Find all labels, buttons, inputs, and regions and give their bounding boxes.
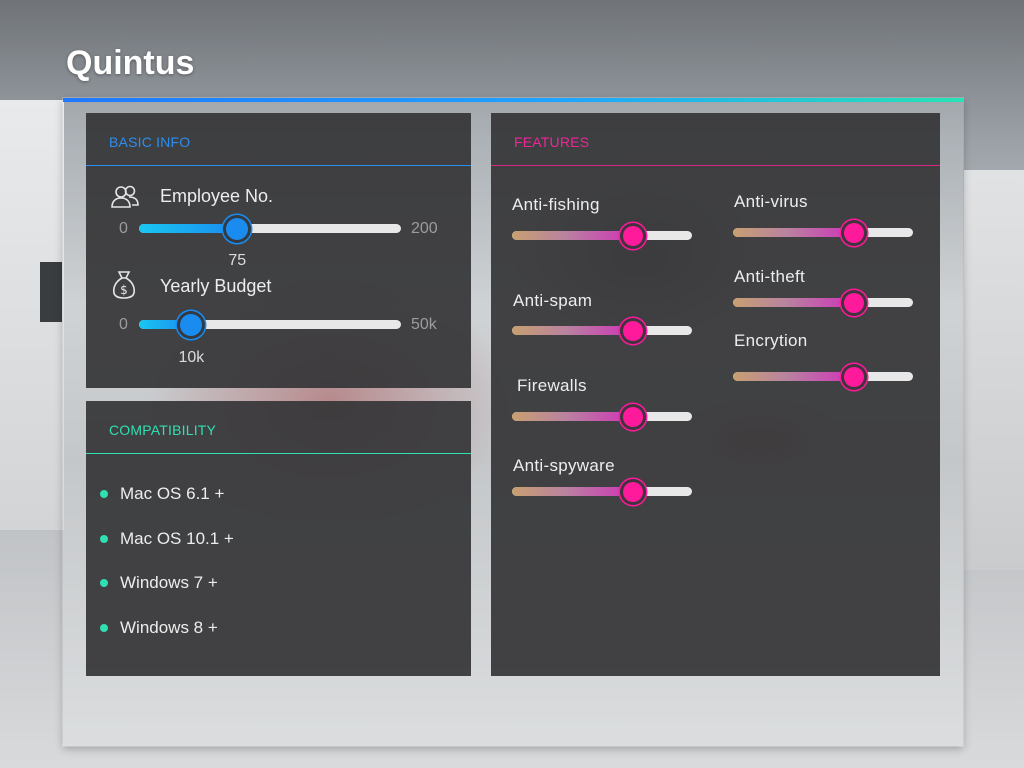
- basic-info-header: BASIC INFO: [86, 113, 471, 166]
- anti-virus-label: Anti-virus: [734, 192, 808, 211]
- background-binder: [40, 262, 62, 322]
- compat-item-label: Mac OS 10.1 +: [120, 529, 234, 548]
- compatibility-panel: COMPATIBILITY Mac OS 6.1 + Mac OS 10.1 +…: [86, 401, 471, 676]
- anti-fishing-slider[interactable]: [512, 225, 692, 246]
- anti-spam-slider-thumb[interactable]: [622, 320, 643, 341]
- employee-label: Employee No.: [160, 186, 274, 206]
- employee-slider-thumb[interactable]: [226, 217, 249, 240]
- firewalls-label: Firewalls: [517, 376, 587, 395]
- employee-min-label: 0: [119, 220, 128, 237]
- encryption-slider-thumb[interactable]: [843, 366, 864, 387]
- compat-item-label: Windows 7 +: [120, 573, 218, 592]
- budget-slider[interactable]: [139, 313, 401, 336]
- compat-item: Mac OS 6.1 +: [100, 484, 224, 504]
- employee-slider[interactable]: [139, 217, 401, 240]
- bullet-dot: [100, 534, 108, 543]
- compat-item-label: Windows 8 +: [120, 618, 218, 637]
- budget-max-label: 50k: [411, 316, 437, 333]
- employee-slider-fill: [139, 224, 238, 233]
- anti-spyware-slider-fill: [512, 487, 633, 496]
- firewalls-slider-fill: [512, 412, 633, 421]
- firewalls-slider[interactable]: [512, 406, 692, 427]
- anti-spam-slider[interactable]: [512, 320, 692, 341]
- basic-info-panel: BASIC INFO Employee No. 0 200 75 $ Yearl…: [86, 113, 471, 388]
- anti-fishing-label: Anti-fishing: [512, 195, 600, 214]
- svg-text:$: $: [120, 283, 128, 297]
- encryption-slider-fill: [733, 372, 854, 381]
- compat-item: Windows 7 +: [100, 573, 218, 593]
- anti-fishing-slider-thumb[interactable]: [622, 225, 643, 246]
- bullet-dot: [100, 623, 108, 632]
- frame-accent-bar: [63, 98, 963, 102]
- people-icon: [110, 185, 140, 214]
- features-header: FEATURES: [491, 113, 940, 166]
- encryption-label: Encrytion: [734, 331, 808, 350]
- anti-spam-label: Anti-spam: [513, 291, 593, 310]
- anti-spyware-slider-thumb[interactable]: [622, 481, 643, 502]
- budget-slider-thumb[interactable]: [180, 313, 203, 336]
- compat-item-label: Mac OS 6.1 +: [120, 484, 225, 503]
- anti-virus-slider-thumb[interactable]: [843, 222, 864, 243]
- anti-spam-slider-fill: [512, 326, 633, 335]
- bullet-dot: [100, 578, 108, 587]
- app-title: Quintus: [66, 44, 195, 82]
- anti-virus-slider-fill: [733, 228, 854, 237]
- compatibility-header: COMPATIBILITY: [86, 401, 471, 454]
- anti-theft-slider-thumb[interactable]: [843, 292, 864, 313]
- compat-item: Windows 8 +: [100, 618, 218, 638]
- anti-spyware-slider[interactable]: [512, 481, 692, 502]
- employee-max-label: 200: [411, 220, 438, 237]
- anti-theft-slider[interactable]: [733, 292, 913, 313]
- anti-spyware-label: Anti-spyware: [513, 456, 615, 475]
- anti-fishing-slider-fill: [512, 231, 633, 240]
- bullet-dot: [100, 489, 108, 498]
- features-panel: FEATURES Anti-fishing Anti-spam Firewall…: [491, 113, 940, 676]
- employee-value-label: 75: [228, 252, 247, 269]
- background-wall-right: [964, 170, 1024, 570]
- money-bag-icon: $: [111, 270, 137, 305]
- compat-item: Mac OS 10.1 +: [100, 529, 234, 549]
- anti-theft-slider-fill: [733, 298, 854, 307]
- anti-virus-slider[interactable]: [733, 222, 913, 243]
- firewalls-slider-thumb[interactable]: [622, 406, 643, 427]
- budget-value-label: 10k: [178, 349, 205, 366]
- budget-label: Yearly Budget: [160, 276, 272, 296]
- anti-theft-label: Anti-theft: [734, 267, 806, 286]
- encryption-slider[interactable]: [733, 366, 913, 387]
- budget-min-label: 0: [119, 316, 128, 333]
